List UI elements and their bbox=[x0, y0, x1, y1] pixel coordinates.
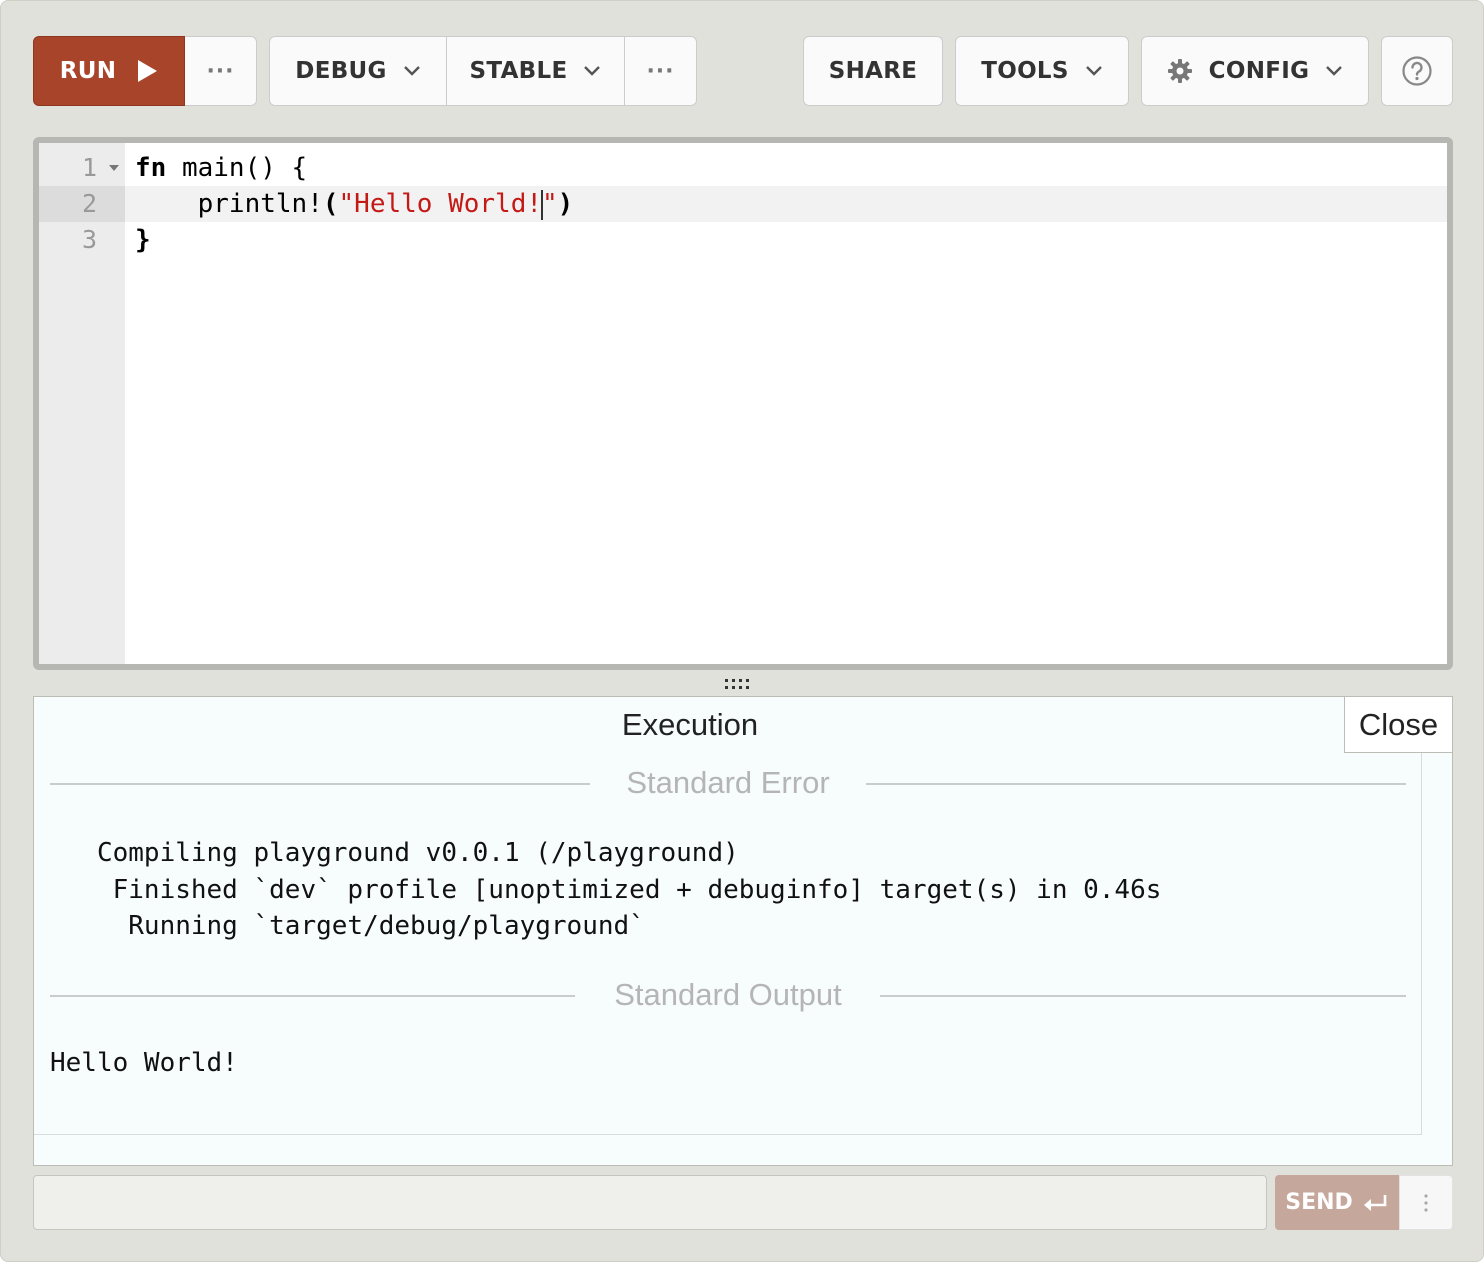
playground-app: RUN ··· DEBUG STABLE ··· SHARE TOOLS CON… bbox=[0, 0, 1484, 1262]
chevron-down-icon bbox=[584, 66, 601, 76]
output-panel: Execution Close Standard Error Compiling… bbox=[33, 696, 1453, 1166]
send-button[interactable]: SEND bbox=[1275, 1175, 1399, 1230]
indent-token bbox=[135, 189, 198, 219]
code-text: fn main() { bbox=[135, 150, 307, 186]
stdout-line: Hello World! bbox=[50, 1048, 238, 1078]
line-number: 3 bbox=[81, 225, 97, 254]
string-token: " bbox=[542, 189, 558, 219]
channel-dropdown[interactable]: STABLE bbox=[447, 36, 625, 106]
chevron-down-icon bbox=[403, 66, 420, 76]
help-button[interactable] bbox=[1381, 36, 1453, 106]
question-circle-icon bbox=[1402, 56, 1432, 86]
code-line[interactable]: 1 fn main() { bbox=[39, 150, 1447, 186]
fold-arrow-icon[interactable] bbox=[109, 165, 119, 171]
stderr-line: Running `target/debug/playground` bbox=[50, 911, 645, 941]
run-label: RUN bbox=[59, 58, 117, 84]
mode-dropdown[interactable]: DEBUG bbox=[269, 36, 447, 106]
paren-token: ) bbox=[557, 189, 574, 219]
channel-more-button[interactable]: ··· bbox=[625, 36, 697, 106]
config-label: CONFIG bbox=[1208, 58, 1310, 84]
gear-icon bbox=[1167, 59, 1192, 83]
code-token: main() { bbox=[166, 153, 308, 183]
string-token: "Hello World! bbox=[338, 189, 543, 219]
code-line-active[interactable]: 2 println!("Hello World!") bbox=[39, 186, 1447, 222]
ellipsis-icon: ··· bbox=[646, 58, 675, 84]
output-content: Standard Error Compiling playground v0.0… bbox=[34, 753, 1422, 1135]
channel-label: STABLE bbox=[469, 58, 568, 84]
run-button[interactable]: RUN bbox=[33, 36, 185, 106]
stdin-input[interactable] bbox=[33, 1175, 1267, 1230]
tools-label: TOOLS bbox=[981, 58, 1069, 84]
output-title: Execution bbox=[621, 707, 759, 742]
chevron-down-icon bbox=[1326, 66, 1343, 76]
config-dropdown[interactable]: CONFIG bbox=[1141, 36, 1369, 106]
macro-token: println! bbox=[197, 189, 323, 219]
stdout-header: Standard Output bbox=[50, 975, 1406, 1015]
paren-token: ( bbox=[322, 189, 339, 219]
code-editor[interactable]: 1 fn main() { 2 println!("Hello World!")… bbox=[33, 137, 1453, 670]
chevron-down-icon bbox=[1085, 66, 1102, 76]
keyword-token: fn bbox=[135, 153, 167, 183]
vertical-dots-icon bbox=[1424, 1193, 1428, 1212]
resize-handle-icon[interactable] bbox=[723, 677, 755, 691]
code-text: } bbox=[135, 225, 151, 255]
line-number: 2 bbox=[39, 186, 125, 222]
stderr-header: Standard Error bbox=[50, 763, 1406, 803]
code-text: println!("Hello World!") bbox=[135, 186, 573, 222]
share-button[interactable]: SHARE bbox=[803, 36, 943, 106]
share-label: SHARE bbox=[828, 58, 918, 84]
send-label: SEND bbox=[1285, 1190, 1353, 1215]
run-more-button[interactable]: ··· bbox=[185, 36, 257, 106]
mode-label: DEBUG bbox=[295, 58, 387, 84]
tools-dropdown[interactable]: TOOLS bbox=[955, 36, 1129, 106]
close-button[interactable]: Close bbox=[1344, 697, 1452, 753]
stdout-heading: Standard Output bbox=[614, 977, 842, 1012]
ellipsis-icon: ··· bbox=[206, 58, 235, 84]
stderr-line: Compiling playground v0.0.1 (/playground… bbox=[50, 838, 739, 868]
send-options-button[interactable] bbox=[1399, 1175, 1453, 1230]
play-icon bbox=[138, 60, 158, 82]
stderr-line: Finished `dev` profile [unoptimized + de… bbox=[50, 875, 1162, 905]
stderr-heading: Standard Error bbox=[626, 765, 830, 800]
code-line[interactable]: 3 } bbox=[39, 222, 1447, 258]
enter-arrow-icon bbox=[1363, 1194, 1387, 1211]
